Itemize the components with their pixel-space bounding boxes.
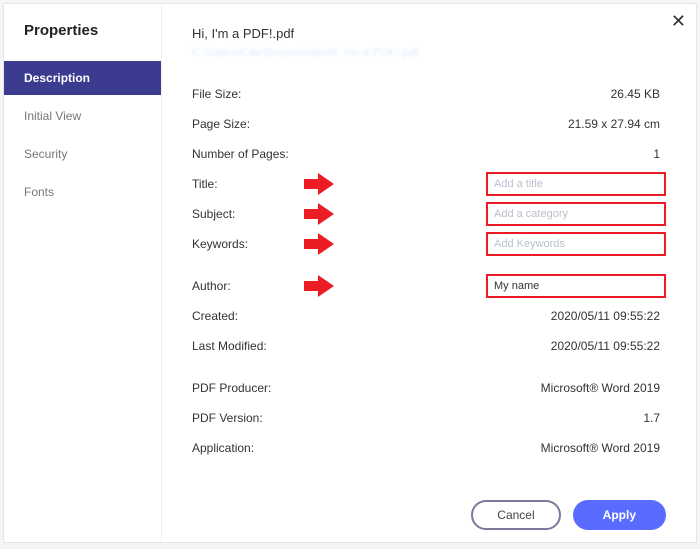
sidebar-title: Properties — [4, 22, 161, 61]
row-file-size: File Size: 26.45 KB — [192, 79, 666, 109]
row-num-pages: Number of Pages: 1 — [192, 139, 666, 169]
title-input[interactable] — [486, 172, 666, 196]
row-title: Title: — [192, 169, 666, 199]
file-path: C:\Users\Cde\Documents\Hi, I'm a PDF!.pd… — [192, 47, 666, 59]
close-icon: ✕ — [671, 11, 686, 31]
arrow-right-icon — [304, 203, 334, 225]
row-created: Created: 2020/05/11 09:55:22 — [192, 301, 666, 331]
label-application: Application: — [192, 441, 342, 455]
subject-input[interactable] — [486, 202, 666, 226]
label-num-pages: Number of Pages: — [192, 147, 342, 161]
label-file-size: File Size: — [192, 87, 342, 101]
close-button[interactable]: ✕ — [671, 12, 686, 30]
value-num-pages: 1 — [342, 147, 666, 161]
row-author: Author: — [192, 271, 666, 301]
arrow-right-icon — [304, 275, 334, 297]
sidebar-item-fonts[interactable]: Fonts — [4, 175, 161, 209]
sidebar-item-label: Security — [24, 147, 67, 161]
row-version: PDF Version: 1.7 — [192, 403, 666, 433]
keywords-input[interactable] — [486, 232, 666, 256]
row-producer: PDF Producer: Microsoft® Word 2019 — [192, 373, 666, 403]
value-version: 1.7 — [342, 411, 666, 425]
label-modified: Last Modified: — [192, 339, 342, 353]
label-created: Created: — [192, 309, 342, 323]
sidebar-item-label: Initial View — [24, 109, 81, 123]
row-page-size: Page Size: 21.59 x 27.94 cm — [192, 109, 666, 139]
footer: Cancel Apply — [192, 490, 666, 530]
value-modified: 2020/05/11 09:55:22 — [342, 339, 666, 353]
arrow-right-icon — [304, 173, 334, 195]
value-created: 2020/05/11 09:55:22 — [342, 309, 666, 323]
row-keywords: Keywords: — [192, 229, 666, 259]
value-file-size: 26.45 KB — [342, 87, 666, 101]
author-input[interactable] — [486, 274, 666, 298]
apply-button[interactable]: Apply — [573, 500, 666, 530]
sidebar: Properties Description Initial View Secu… — [4, 4, 162, 542]
value-producer: Microsoft® Word 2019 — [342, 381, 666, 395]
properties-dialog: ✕ Properties Description Initial View Se… — [3, 3, 697, 543]
label-page-size: Page Size: — [192, 117, 342, 131]
sidebar-item-security[interactable]: Security — [4, 137, 161, 171]
main-panel: Hi, I'm a PDF!.pdf C:\Users\Cde\Document… — [162, 4, 696, 542]
property-rows: File Size: 26.45 KB Page Size: 21.59 x 2… — [192, 79, 666, 490]
sidebar-item-description[interactable]: Description — [4, 61, 161, 95]
row-subject: Subject: — [192, 199, 666, 229]
row-application: Application: Microsoft® Word 2019 — [192, 433, 666, 463]
value-page-size: 21.59 x 27.94 cm — [342, 117, 666, 131]
label-version: PDF Version: — [192, 411, 342, 425]
cancel-button[interactable]: Cancel — [471, 500, 560, 530]
arrow-right-icon — [304, 233, 334, 255]
file-name: Hi, I'm a PDF!.pdf — [192, 26, 666, 41]
sidebar-item-initial-view[interactable]: Initial View — [4, 99, 161, 133]
value-application: Microsoft® Word 2019 — [342, 441, 666, 455]
sidebar-item-label: Description — [24, 71, 90, 85]
label-producer: PDF Producer: — [192, 381, 342, 395]
row-modified: Last Modified: 2020/05/11 09:55:22 — [192, 331, 666, 361]
sidebar-item-label: Fonts — [24, 185, 54, 199]
